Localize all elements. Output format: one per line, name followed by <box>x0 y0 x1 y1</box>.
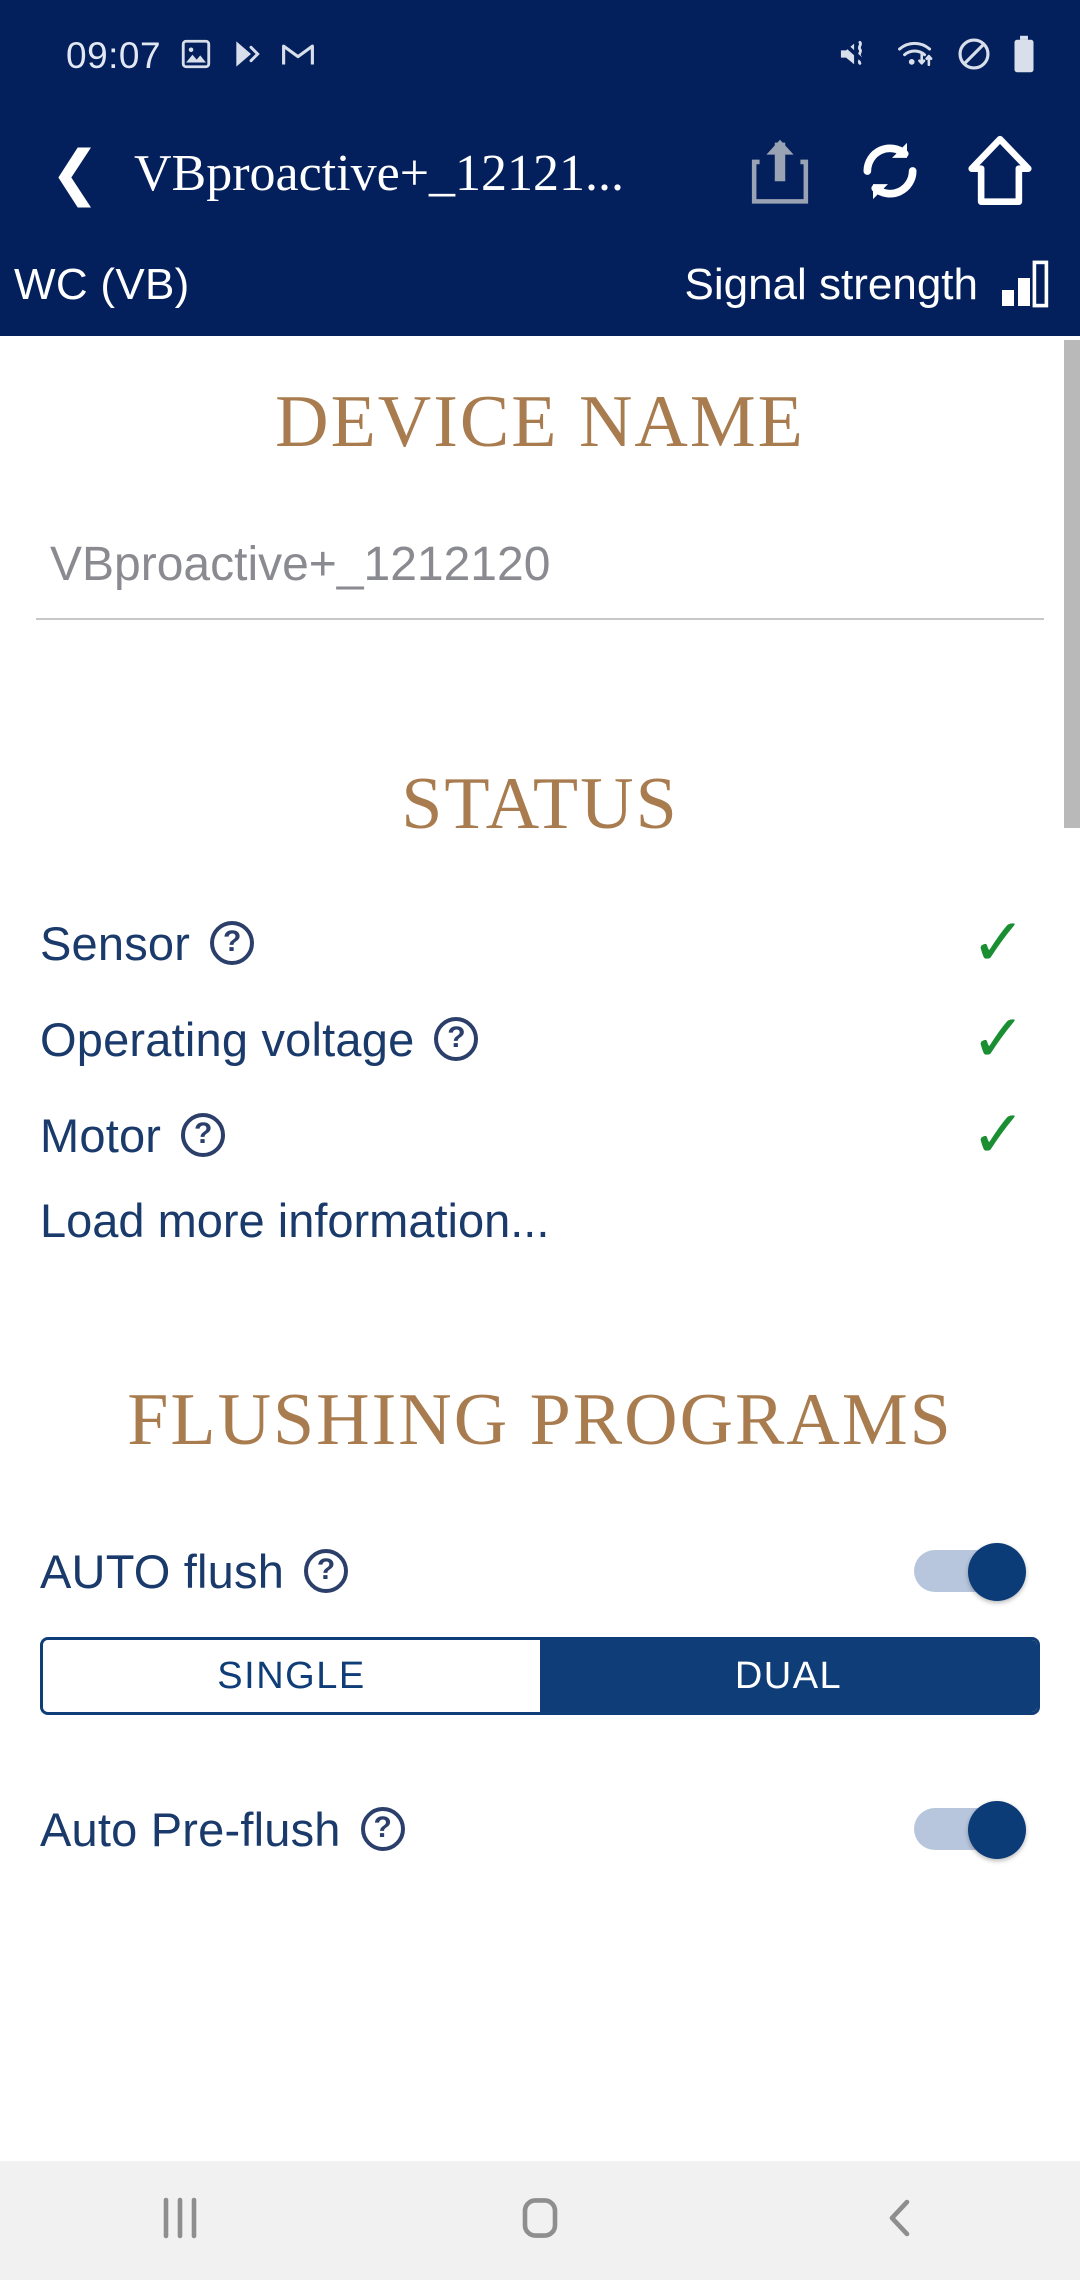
help-icon[interactable]: ? <box>181 1113 226 1157</box>
auto-preflush-row: Auto Pre-flush ? <box>40 1781 1040 1877</box>
status-rows: Sensor ? ✓ Operating voltage ? ✓ Motor ?… <box>0 895 1080 1248</box>
scrollbar-thumb[interactable] <box>1064 340 1080 828</box>
home-square-icon <box>517 2194 563 2247</box>
device-name-field-wrap <box>0 537 1080 620</box>
wifi-icon <box>896 37 936 76</box>
auto-flush-toggle[interactable] <box>914 1543 1026 1601</box>
gmail-icon <box>281 39 315 74</box>
status-label-sensor: Sensor <box>40 916 191 970</box>
status-row-motor[interactable]: Motor ? ✓ <box>40 1087 1040 1183</box>
status-bar-left: 09:07 <box>66 35 315 77</box>
auto-flush-label: AUTO flush <box>40 1544 285 1598</box>
status-check-icon: ✓ <box>970 1000 1026 1077</box>
sync-button[interactable] <box>854 137 926 209</box>
help-icon[interactable]: ? <box>434 1017 479 1061</box>
status-label-motor: Motor <box>40 1108 162 1162</box>
nav-home-button[interactable] <box>450 2171 630 2271</box>
signal-strength-label: Signal strength <box>684 260 978 309</box>
auto-preflush-left: Auto Pre-flush ? <box>40 1802 405 1857</box>
toggle-thumb <box>968 1543 1026 1601</box>
back-chevron-icon: ❮ <box>49 138 101 208</box>
android-nav-bar <box>0 2161 1080 2280</box>
nav-back-button[interactable] <box>810 2171 990 2271</box>
page-title: VBproactive+_12121... <box>134 144 625 202</box>
upload-button[interactable] <box>744 137 816 209</box>
home-icon <box>967 135 1033 212</box>
toggle-thumb <box>968 1801 1026 1859</box>
recents-icon <box>157 2194 203 2247</box>
sync-icon <box>856 137 924 210</box>
help-icon[interactable]: ? <box>304 1549 349 1593</box>
load-more-information-link[interactable]: Load more information... <box>40 1183 1040 1248</box>
upload-icon <box>749 137 811 210</box>
status-heading: STATUS <box>401 763 679 845</box>
toolbar-actions <box>744 135 1054 212</box>
image-icon <box>179 37 213 76</box>
status-row-left: Sensor ? <box>40 916 255 971</box>
nav-recents-button[interactable] <box>90 2171 270 2271</box>
device-type-label: WC (VB) <box>14 260 190 309</box>
preflush-rows: Auto Pre-flush ? <box>0 1781 1080 1877</box>
back-chevron-icon <box>880 2194 920 2247</box>
status-bar: 09:07 <box>0 0 1080 112</box>
status-check-icon: ✓ <box>970 1096 1026 1173</box>
help-icon[interactable]: ? <box>360 1807 405 1851</box>
auto-flush-mode-segmented-control[interactable]: SINGLE DUAL <box>40 1637 1040 1715</box>
segment-dual[interactable]: DUAL <box>540 1640 1037 1712</box>
auto-flush-row: AUTO flush ? <box>40 1523 1040 1619</box>
status-row-left: Motor ? <box>40 1108 226 1163</box>
signal-bars-icon <box>1000 258 1052 313</box>
status-bar-right <box>838 35 1036 78</box>
play-store-icon <box>231 38 263 75</box>
scrollbar[interactable] <box>1064 336 1080 2161</box>
help-icon[interactable]: ? <box>210 921 255 965</box>
battery-icon <box>1012 35 1036 78</box>
device-name-input[interactable] <box>36 537 1044 620</box>
sub-header: WC (VB) Signal strength <box>0 234 1080 336</box>
signal-strength-group: Signal strength <box>684 258 1052 313</box>
mute-vibrate-icon <box>838 37 876 76</box>
app-toolbar: ❮ VBproactive+_12121... <box>0 112 1080 234</box>
status-label-operating-voltage: Operating voltage <box>40 1012 415 1066</box>
status-check-icon: ✓ <box>970 904 1026 981</box>
status-row-sensor[interactable]: Sensor ? ✓ <box>40 895 1040 991</box>
auto-flush-left: AUTO flush ? <box>40 1544 349 1599</box>
status-row-left: Operating voltage ? <box>40 1012 479 1067</box>
status-bar-clock: 09:07 <box>66 35 162 76</box>
do-not-disturb-icon <box>956 36 992 77</box>
flushing-programs-heading: FLUSHING PROGRAMS <box>127 1379 953 1461</box>
home-button[interactable] <box>964 135 1036 212</box>
auto-preflush-label: Auto Pre-flush <box>40 1802 341 1856</box>
toolbar-back-button[interactable]: ❮ <box>40 143 110 203</box>
flushing-rows: AUTO flush ? <box>0 1523 1080 1619</box>
device-name-heading: DEVICE NAME <box>275 381 805 463</box>
auto-preflush-toggle[interactable] <box>914 1801 1026 1859</box>
segment-single[interactable]: SINGLE <box>43 1640 540 1712</box>
status-row-operating-voltage[interactable]: Operating voltage ? ✓ <box>40 991 1040 1087</box>
main-scroll-content[interactable]: DEVICE NAME STATUS Sensor ? ✓ Operating … <box>0 336 1080 2161</box>
